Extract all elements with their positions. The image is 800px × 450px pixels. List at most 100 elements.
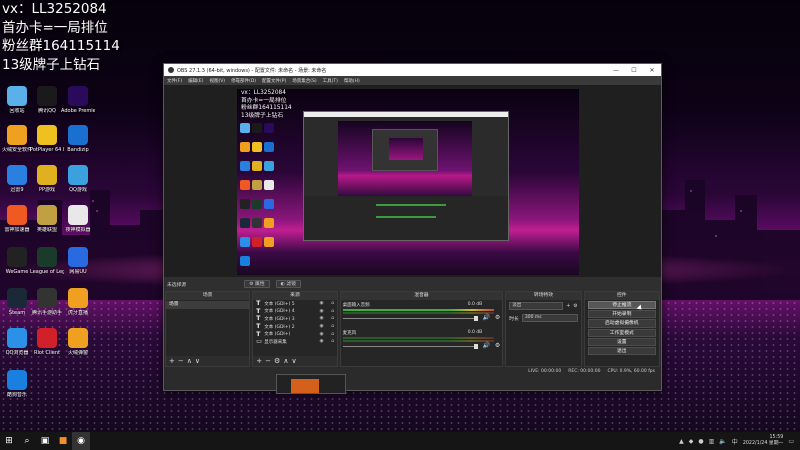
- menu-scene-collection[interactable]: 场景集合(S): [292, 78, 316, 84]
- desktop-icon[interactable]: PotPlayer 64 bit: [30, 125, 64, 153]
- studio-mode-button[interactable]: 工作室模式: [587, 328, 656, 337]
- tray-app-icon[interactable]: ◆: [689, 438, 694, 445]
- notification-icon[interactable]: ▭: [788, 438, 794, 445]
- source-item[interactable]: T 文本 (GDI+) 4 ◉ ⌂: [253, 308, 336, 316]
- menu-view[interactable]: 视图(V): [209, 78, 225, 84]
- system-tray: ▲ ◆ ● ▥ 🔈 中 15:59 2022/1/24 星期一 ▭: [679, 432, 794, 450]
- down-icon[interactable]: ∨: [195, 357, 200, 365]
- tray-app-icon[interactable]: ●: [698, 438, 703, 445]
- desktop-icon[interactable]: 火绒弹窗: [61, 328, 95, 356]
- desktop-icon[interactable]: 回收站: [0, 86, 34, 114]
- desktop-icon[interactable]: WeGame: [0, 247, 34, 275]
- recycle-bin-icon: [7, 86, 27, 106]
- menu-docks[interactable]: 停靠部件(D): [231, 78, 256, 84]
- gear-icon[interactable]: ⚙: [274, 357, 280, 365]
- volume-icon[interactable]: 🔈: [719, 438, 726, 445]
- add-icon[interactable]: +: [566, 304, 570, 309]
- source-item[interactable]: T 文本 (GDI+) 5 ◉ ⌂: [253, 300, 336, 308]
- menu-help[interactable]: 帮助(H): [344, 78, 360, 84]
- lock-icon[interactable]: ⌂: [329, 332, 337, 337]
- desktop-icon[interactable]: 火绒安全软件: [0, 125, 34, 153]
- transition-select[interactable]: 淡出: [509, 302, 564, 310]
- settings-button[interactable]: 设置: [587, 337, 656, 346]
- preview-nox-icon: [264, 180, 274, 190]
- virtual-camera-button[interactable]: 启动虚拟摄像机: [587, 319, 656, 328]
- desktop-icon[interactable]: Steam: [0, 288, 34, 316]
- source-item[interactable]: T 文本 (GDI+) ◉ ⌂: [253, 330, 336, 338]
- speaker-icon[interactable]: 🔊: [483, 314, 490, 321]
- maximize-icon[interactable]: ☐: [625, 67, 643, 74]
- volume-slider[interactable]: [342, 316, 479, 321]
- desktop-icon[interactable]: QQ浏览器: [0, 328, 34, 356]
- eye-icon[interactable]: ◉: [318, 316, 326, 321]
- menu-file[interactable]: 文件(F): [167, 78, 182, 84]
- properties-button[interactable]: ⚙ 属性: [244, 280, 270, 288]
- desktop-icon[interactable]: 网易UU: [61, 247, 95, 275]
- add-icon[interactable]: +: [256, 357, 262, 365]
- menu-profile[interactable]: 配置文件(P): [262, 78, 286, 84]
- desktop-icon[interactable]: 夜神模拟器: [61, 205, 95, 233]
- lock-icon[interactable]: ⌂: [329, 339, 337, 344]
- obs-titlebar[interactable]: OBS 27.1.3 (64-bit, windows) - 配置文件: 未命名…: [164, 64, 661, 76]
- source-item[interactable]: ▭ 显示器采集 ◉ ⌂: [253, 338, 336, 346]
- minimize-icon[interactable]: —: [607, 67, 625, 74]
- windows-start-icon[interactable]: ⊞: [0, 432, 18, 450]
- gear-icon[interactable]: ⚙: [495, 314, 500, 321]
- gear-icon[interactable]: ⚙: [573, 304, 577, 309]
- desktop-icon[interactable]: 腾讯手游助手: [30, 288, 64, 316]
- eye-icon[interactable]: ◉: [318, 332, 326, 337]
- duration-input[interactable]: 300 ms: [521, 314, 578, 322]
- desktop-icon[interactable]: Adobe Premie...: [61, 86, 95, 114]
- lock-icon[interactable]: ⌂: [329, 301, 337, 306]
- ime-icon[interactable]: 中: [732, 437, 738, 446]
- scene-item[interactable]: 场景: [166, 301, 250, 309]
- desktop-icon[interactable]: 酷狗音乐: [0, 370, 34, 398]
- taskview-icon[interactable]: ▣: [36, 432, 54, 450]
- desktop-icon[interactable]: 虎牙直播: [61, 288, 95, 316]
- desktop-icon-label: 网易UU: [69, 269, 87, 275]
- eye-icon[interactable]: ◉: [318, 301, 326, 306]
- tray-app-icon[interactable]: ▲: [679, 438, 684, 445]
- menu-tools[interactable]: 工具(T): [323, 78, 338, 84]
- eye-icon[interactable]: ◉: [318, 309, 326, 314]
- desktop-icon[interactable]: 雷神加速器: [0, 205, 34, 233]
- obs-window[interactable]: OBS 27.1.3 (64-bit, windows) - 配置文件: 未命名…: [163, 63, 662, 391]
- eye-icon[interactable]: ◉: [318, 324, 326, 329]
- desktop-icon[interactable]: 英雄联盟: [30, 205, 64, 233]
- lock-icon[interactable]: ⌂: [329, 316, 337, 321]
- start-recording-button[interactable]: 开始录制: [587, 310, 656, 319]
- desktop-icon[interactable]: Riot Client: [30, 328, 64, 356]
- desktop-icon[interactable]: League of Legends: [30, 247, 64, 275]
- lock-icon[interactable]: ⌂: [329, 309, 337, 314]
- stop-streaming-button[interactable]: 停止推流: [587, 301, 656, 310]
- desktop-icon[interactable]: 迅雷9: [0, 165, 34, 193]
- preview-canvas[interactable]: vx：LL3252084 首办卡=一局排位 粉丝群164115114 13级牌子…: [237, 89, 579, 275]
- desktop-icon[interactable]: 腾讯QQ: [30, 86, 64, 114]
- down-icon[interactable]: ∨: [291, 357, 296, 365]
- remove-icon[interactable]: −: [178, 357, 184, 365]
- desktop-icon[interactable]: PP游戏: [30, 165, 64, 193]
- clock[interactable]: 15:59 2022/1/24 星期一: [743, 435, 784, 447]
- desktop-icon[interactable]: Bandizip: [61, 125, 95, 153]
- docks-row: 场景 场景 + − ∧ ∨ 来源 T 文本 (GDI+) 5 ◉ ⌂ T 文本 (GDI+…: [164, 291, 661, 367]
- close-icon[interactable]: ✕: [643, 67, 661, 74]
- add-icon[interactable]: +: [169, 357, 175, 365]
- source-item[interactable]: T 文本 (GDI+) 3 ◉ ⌂: [253, 315, 336, 323]
- speaker-icon[interactable]: 🔊: [483, 342, 490, 349]
- up-icon[interactable]: ∧: [187, 357, 192, 365]
- source-item[interactable]: T 文本 (GDI+) 2 ◉ ⌂: [253, 323, 336, 331]
- filters-button[interactable]: ◐ 滤镜: [275, 280, 301, 288]
- app-orange-icon[interactable]: ■: [54, 432, 72, 450]
- gear-icon[interactable]: ⚙: [495, 342, 500, 349]
- desktop-icon[interactable]: QQ游戏: [61, 165, 95, 193]
- up-icon[interactable]: ∧: [283, 357, 288, 365]
- exit-button[interactable]: 退出: [587, 346, 656, 356]
- lock-icon[interactable]: ⌂: [329, 324, 337, 329]
- remove-icon[interactable]: −: [265, 357, 271, 365]
- volume-slider[interactable]: [342, 344, 479, 349]
- obs-taskbar-icon[interactable]: ◉: [72, 432, 90, 450]
- menu-edit[interactable]: 编辑(E): [188, 78, 203, 84]
- eye-icon[interactable]: ◉: [318, 339, 326, 344]
- network-icon[interactable]: ▥: [709, 438, 715, 445]
- search-icon[interactable]: ⌕: [18, 432, 36, 450]
